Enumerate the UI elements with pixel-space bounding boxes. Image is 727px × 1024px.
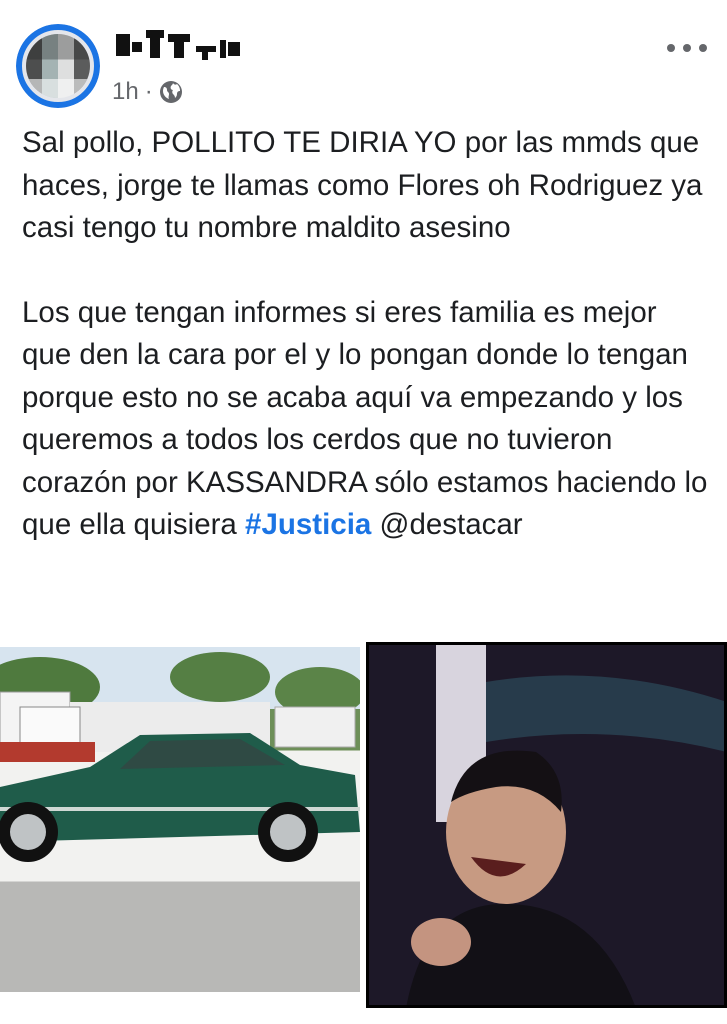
hashtag-link[interactable]: #Justicia <box>245 508 371 541</box>
author-name-redacted[interactable] <box>116 28 246 60</box>
car-photo-drawing <box>0 652 360 862</box>
author-avatar[interactable] <box>16 24 100 108</box>
more-options-button[interactable] <box>667 36 707 60</box>
meta-separator: · <box>144 78 153 105</box>
mention-text[interactable]: @destacar <box>380 508 523 541</box>
car-photo[interactable] <box>0 647 360 992</box>
post-paragraph-2: Los que tengan informes si eres familia … <box>22 292 712 547</box>
post-meta: 1h · <box>112 74 183 110</box>
paragraph-2-text: Los que tengan informes si eres familia … <box>22 295 708 542</box>
post-timestamp[interactable]: 1h <box>112 78 139 106</box>
post-text: Sal pollo, POLLITO TE DIRIA YO por las m… <box>22 122 712 547</box>
more-dot <box>699 44 707 52</box>
more-dots-icon <box>667 44 675 52</box>
story-ring <box>16 24 100 108</box>
globe-icon <box>159 80 183 104</box>
person-photo-drawing <box>366 642 727 1008</box>
person-photo[interactable] <box>366 642 727 1008</box>
facebook-post: 1h · Sal pollo, POLLITO TE DIRIA YO por … <box>0 0 727 1024</box>
more-dot <box>683 44 691 52</box>
post-paragraph-1: Sal pollo, POLLITO TE DIRIA YO por las m… <box>22 126 703 244</box>
